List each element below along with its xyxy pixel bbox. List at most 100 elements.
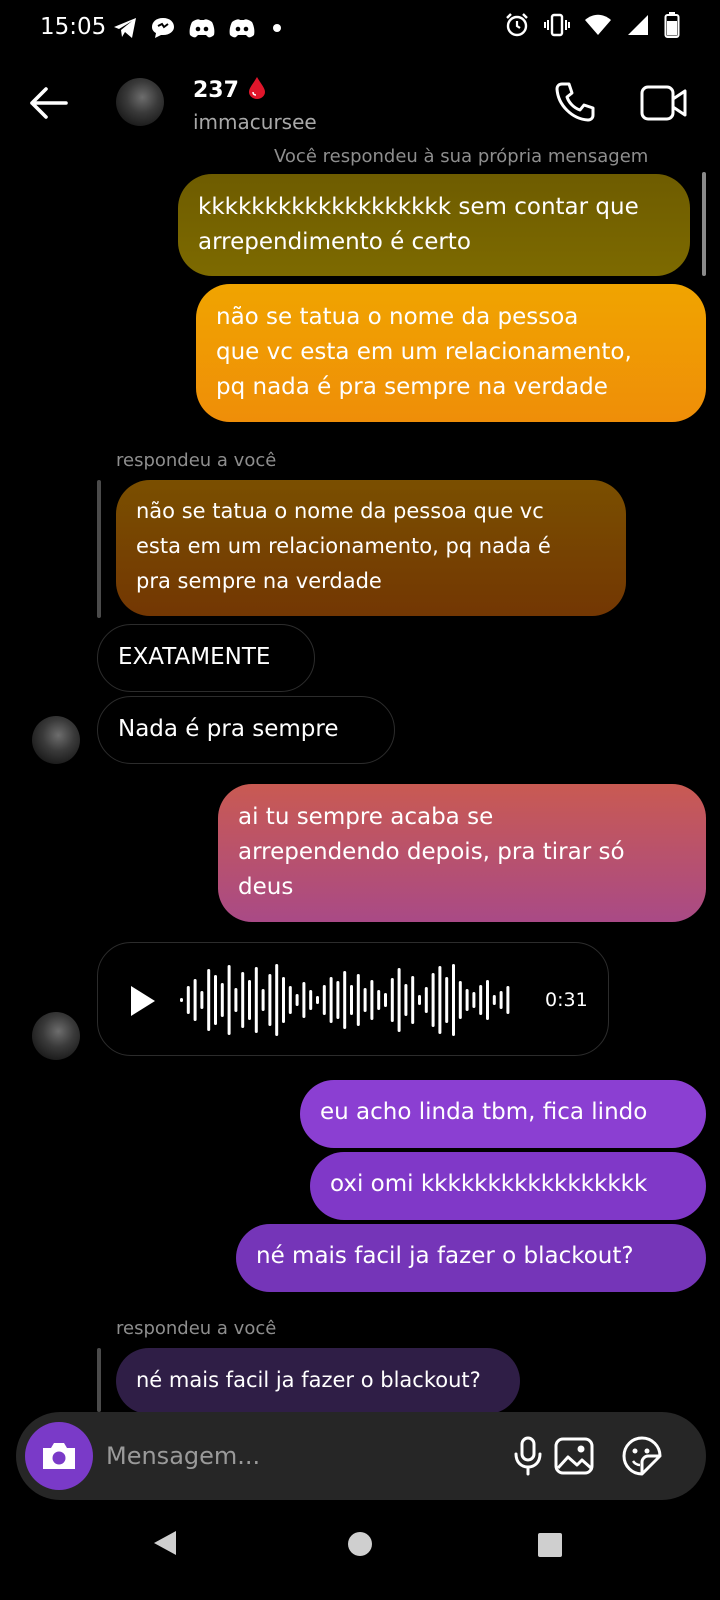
waveform-bar — [241, 972, 245, 1028]
waveform-bar — [329, 977, 333, 1023]
message-text: eu acho linda tbm, fica lindo — [320, 1099, 648, 1125]
status-bar: 15:05 — [0, 0, 720, 56]
waveform-bar — [200, 991, 204, 1009]
phone-call-icon[interactable] — [553, 80, 597, 124]
waveform-bar — [220, 983, 224, 1017]
waveform-bar — [214, 975, 217, 1025]
battery-icon — [664, 12, 680, 42]
message-received[interactable]: Nada é pra sempre — [97, 696, 395, 764]
waveform-bar — [458, 981, 462, 1019]
waveform-bar — [343, 971, 347, 1029]
waveform-bar — [499, 991, 503, 1009]
quote-bar — [97, 480, 101, 618]
message-text: né mais facil ja fazer o blackout? — [256, 1243, 634, 1269]
waveform-bar — [268, 974, 272, 1026]
contact-name-text[interactable]: 237 — [193, 78, 239, 103]
recents-square-icon[interactable] — [537, 1532, 563, 1558]
message-text: pra sempre na verdade — [136, 569, 382, 593]
system-nav-bar — [0, 1510, 720, 1600]
back-triangle-icon[interactable] — [150, 1528, 180, 1558]
waveform-bar — [452, 964, 455, 1036]
waveform-bar — [350, 985, 353, 1015]
quoted-message[interactable]: não se tatua o nome da pessoa que vc est… — [116, 480, 626, 616]
voice-message[interactable] — [97, 942, 609, 1056]
waveform — [131, 964, 510, 1036]
waveform-bar — [207, 969, 211, 1031]
contact-handle[interactable]: immacursee — [193, 110, 317, 134]
video-call-icon[interactable] — [640, 84, 688, 122]
message-text: Nada é pra sempre — [118, 716, 339, 742]
waveform-bar — [180, 998, 183, 1002]
message-sent[interactable]: kkkkkkkkkkkkkkkkkkk sem contar que arrep… — [178, 174, 690, 276]
back-arrow-icon[interactable] — [26, 80, 72, 126]
alarm-icon — [504, 12, 530, 42]
scrollbar[interactable] — [702, 172, 706, 276]
message-text: deus — [238, 874, 294, 900]
message-composer — [16, 1412, 706, 1500]
waveform-bar — [336, 981, 340, 1019]
wifi-icon — [584, 13, 612, 41]
home-circle-icon[interactable] — [347, 1531, 373, 1557]
signal-icon — [626, 13, 650, 41]
message-sent[interactable]: oxi omi kkkkkkkkkkkkkkkkk — [310, 1152, 706, 1220]
voice-duration: 0:31 — [545, 989, 588, 1011]
message-input[interactable] — [106, 1436, 486, 1476]
message-sent[interactable]: né mais facil ja fazer o blackout? — [236, 1224, 706, 1292]
waveform-bar — [445, 977, 449, 1023]
message-text: não se tatua o nome da pessoa — [216, 304, 579, 330]
waveform-bar — [384, 993, 387, 1007]
message-received[interactable]: EXATAMENTE — [97, 624, 315, 692]
waveform-bar — [302, 982, 306, 1018]
waveform-bar — [506, 986, 510, 1014]
waveform-bar — [282, 977, 285, 1023]
microphone-icon[interactable] — [506, 1434, 550, 1478]
waveform-bar — [275, 964, 279, 1036]
waveform-bar — [431, 973, 435, 1027]
avatar[interactable] — [32, 1012, 80, 1060]
waveform-bar — [261, 989, 265, 1011]
vibrate-icon — [544, 12, 570, 42]
waveform-bar — [370, 980, 374, 1020]
waveform-bar — [288, 986, 292, 1014]
waveform-bar — [472, 992, 476, 1008]
waveform-bar — [248, 980, 251, 1020]
waveform-bar — [234, 988, 238, 1012]
message-text: oxi omi kkkkkkkkkkkkkkkkk — [330, 1171, 648, 1197]
avatar[interactable] — [32, 716, 80, 764]
waveform-bar — [254, 967, 258, 1033]
quoted-message[interactable]: né mais facil ja fazer o blackout? — [116, 1348, 520, 1414]
waveform-bar — [465, 989, 469, 1011]
message-text: ai tu sempre acaba se — [238, 804, 494, 830]
waveform-bar — [390, 978, 394, 1022]
waveform-bar — [492, 995, 496, 1005]
message-text: pq nada é pra sempre na verdade — [216, 374, 608, 400]
camera-button[interactable] — [25, 1422, 93, 1490]
waveform-bar — [316, 996, 319, 1004]
waveform-bar — [227, 965, 231, 1035]
dot-icon — [272, 14, 282, 42]
message-text: esta em um relacionamento, pq nada é — [136, 534, 551, 558]
waveform-bar — [186, 986, 190, 1014]
waveform-bar — [479, 985, 483, 1015]
message-sent[interactable]: eu acho linda tbm, fica lindo — [300, 1080, 706, 1148]
gallery-icon[interactable] — [552, 1434, 596, 1478]
discord-icon — [228, 14, 256, 42]
message-sent[interactable]: ai tu sempre acaba se arrependendo depoi… — [218, 784, 706, 922]
reply-meta: Você respondeu à sua própria mensagem — [274, 146, 649, 167]
waveform-bar — [309, 990, 313, 1010]
sticker-icon[interactable] — [620, 1434, 664, 1478]
message-text: kkkkkkkkkkkkkkkkkkk sem contar que — [198, 194, 639, 220]
waveform-bar — [404, 984, 408, 1016]
play-icon — [131, 986, 155, 1016]
waveform-bar — [295, 994, 299, 1006]
blood-drop-icon — [248, 77, 265, 99]
message-sent[interactable]: não se tatua o nome da pessoa que vc est… — [196, 284, 706, 422]
message-text: arrependendo depois, pra tirar só — [238, 839, 625, 865]
system-icons — [504, 12, 680, 42]
message-text: EXATAMENTE — [118, 644, 271, 670]
waveform-bar — [411, 976, 415, 1024]
waveform-bar — [322, 985, 326, 1015]
contact-name[interactable]: 237 — [193, 76, 267, 103]
waveform-bar — [377, 990, 381, 1010]
avatar[interactable] — [116, 78, 164, 126]
